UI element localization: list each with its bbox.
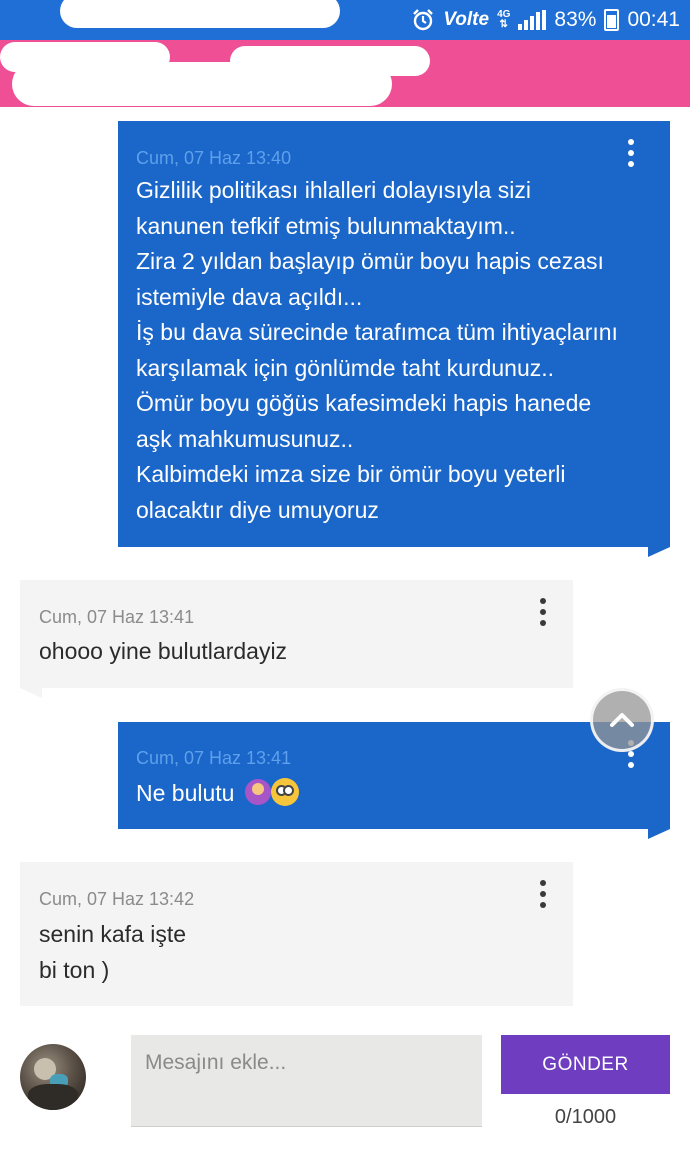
- message-bubble-sent: Cum, 07 Haz 13:40 Gizlilik politikası ih…: [118, 121, 670, 547]
- message-text: ohooo yine bulutlardayiz: [39, 638, 288, 664]
- message-text: senin kafa işte bi ton ): [39, 921, 187, 983]
- user-avatar[interactable]: [20, 1044, 86, 1110]
- message-bubble-received: Cum, 07 Haz 13:41 ohooo yine bulutlarday…: [20, 580, 573, 688]
- volte-indicator: Volte: [443, 9, 490, 30]
- status-icons: Volte 4G ⇅ 83% 00:41: [411, 6, 680, 34]
- status-bar: Volte 4G ⇅ 83% 00:41: [0, 0, 690, 40]
- scroll-to-top-button[interactable]: [590, 688, 654, 752]
- chevron-up-icon: [610, 713, 634, 727]
- message-timestamp: Cum, 07 Haz 13:41: [39, 607, 195, 627]
- network-type-icon: 4G ⇅: [497, 9, 511, 30]
- send-button[interactable]: GÖNDER: [501, 1035, 670, 1094]
- bubble-tail: [648, 547, 670, 557]
- app-header: [0, 40, 690, 107]
- bubble-tail: [648, 829, 670, 839]
- message-timestamp: Cum, 07 Haz 13:40: [136, 148, 292, 168]
- message-text-content: Ne bulutu: [136, 780, 235, 806]
- message-text: Ne bulutu: [136, 776, 299, 812]
- face-with-rolling-eyes-emoji: [270, 778, 299, 806]
- chat-screen: Volte 4G ⇅ 83% 00:41 Cum, 07 Haz 13:40 Gi…: [0, 0, 690, 1158]
- alarm-clock-icon: [413, 9, 434, 31]
- clock-time: 00:41: [627, 8, 680, 31]
- message-input[interactable]: [131, 1035, 482, 1127]
- message-bubble-received: Cum, 07 Haz 13:42 senin kafa işte bi ton…: [20, 862, 573, 1006]
- redaction-mark: [230, 46, 430, 76]
- redaction-mark: [60, 0, 340, 28]
- person-shrugging-emoji: [244, 779, 271, 805]
- bubble-tail: [20, 688, 42, 698]
- message-menu-icon[interactable]: [533, 874, 553, 914]
- message-bubble-sent: Cum, 07 Haz 13:41 Ne bulutu: [118, 722, 670, 829]
- message-text: Gizlilik politikası ihlalleri dolayısıyl…: [136, 177, 618, 523]
- battery-icon: [604, 9, 620, 31]
- signal-strength-icon: [518, 10, 547, 30]
- battery-percentage: 83%: [554, 8, 597, 31]
- message-menu-icon[interactable]: [533, 592, 553, 632]
- message-timestamp: Cum, 07 Haz 13:42: [39, 889, 195, 909]
- message-timestamp: Cum, 07 Haz 13:41: [136, 748, 292, 768]
- message-menu-icon[interactable]: [621, 133, 641, 173]
- character-counter: 0/1000: [554, 1106, 617, 1128]
